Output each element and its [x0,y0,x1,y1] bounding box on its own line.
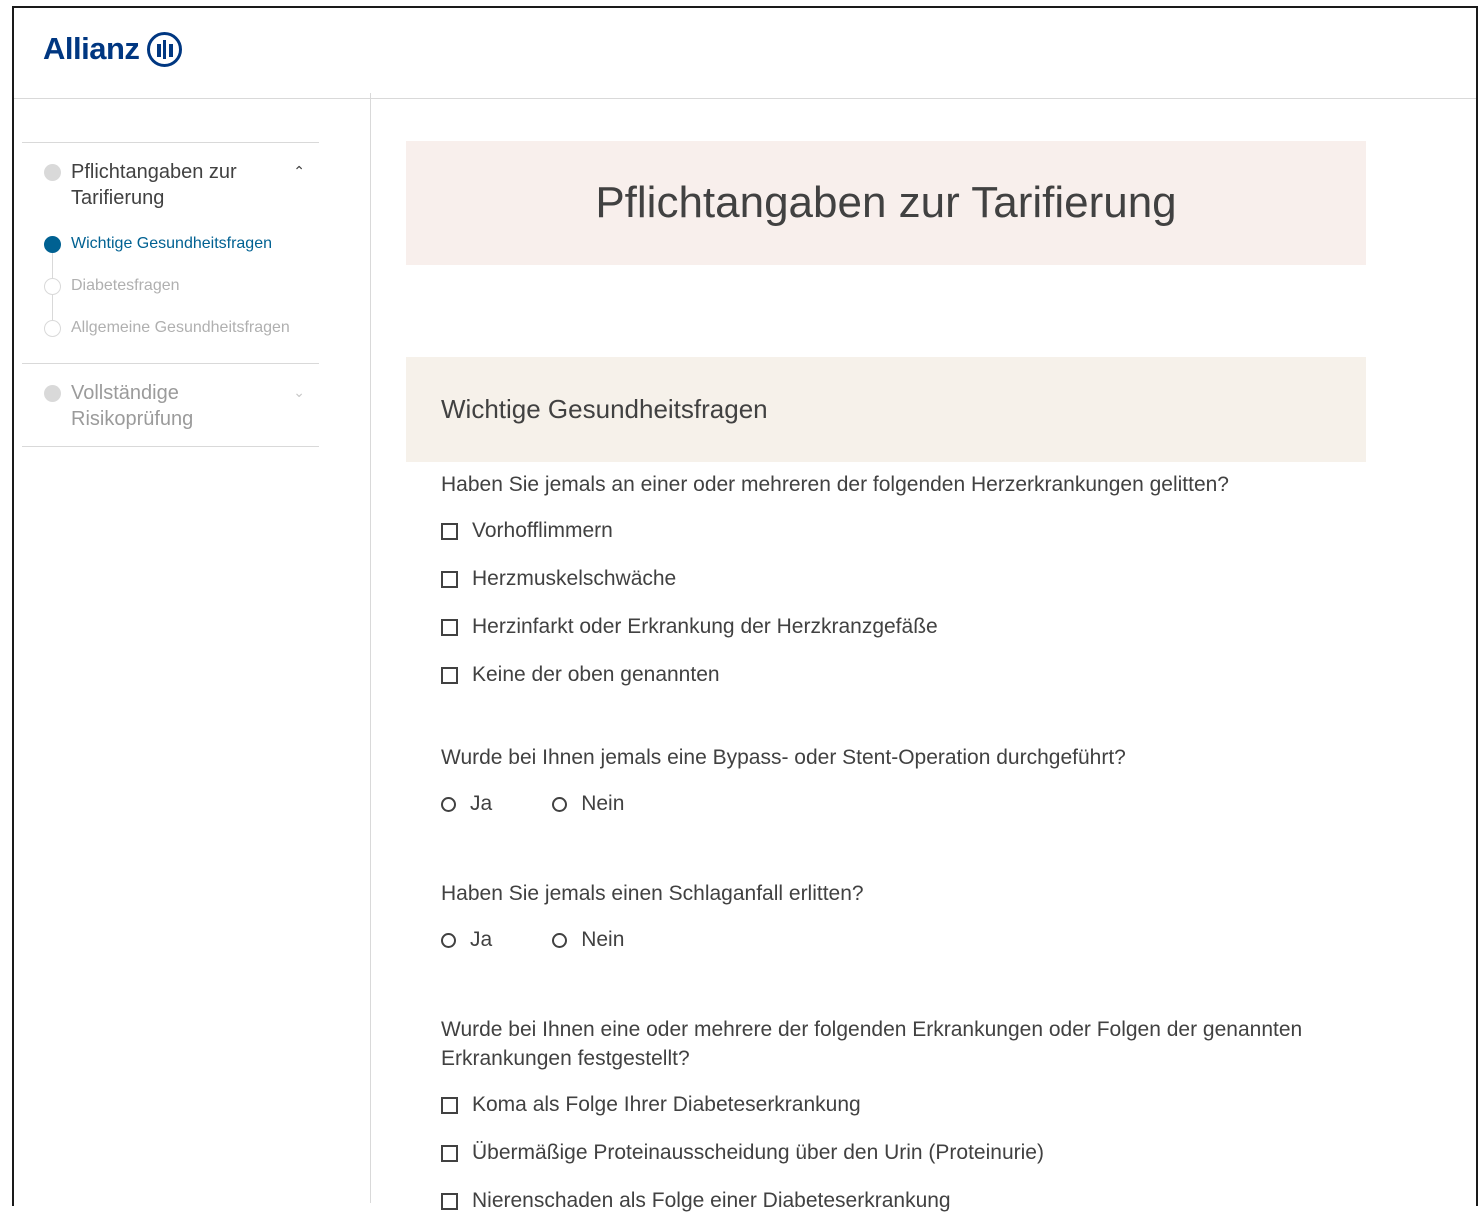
step-active-dot-icon [44,235,61,253]
question-diabetes-folgen: Wurde bei Ihnen eine oder mehrere der fo… [406,1015,1321,1225]
question-text: Haben Sie jemals einen Schlaganfall erli… [441,882,864,905]
radio-group: Ja Nein [441,781,1366,827]
checkbox[interactable] [441,570,458,588]
question-text: Haben Sie jemals an einer oder mehreren … [441,473,1229,496]
checkbox-option[interactable]: Keine der oben genannten [441,651,1366,699]
checkbox[interactable] [441,1144,458,1162]
sidebar-item-label: Allgemeine Gesundheitsfragen [71,319,290,336]
checkbox-option[interactable]: Koma als Folge Ihrer Diabeteserkrankung [441,1081,1321,1129]
sidebar-item-wichtige-gesundheitsfragen[interactable]: Wichtige Gesundheitsfragen [22,223,319,265]
sidebar-section-pflichtangaben[interactable]: Pflichtangaben zur Tarifierung ⌃ Wichtig… [22,143,319,363]
sidebar-navigation: Pflichtangaben zur Tarifierung ⌃ Wichtig… [22,142,319,447]
checkbox-option[interactable]: Herzinfarkt oder Erkrankung der Herzkran… [441,603,1366,651]
logo-text: Allianz [43,31,140,66]
checkbox-label: Vorhofflimmern [472,519,613,542]
sidebar-section-header[interactable]: Pflichtangaben zur Tarifierung ⌃ [22,159,319,211]
checkbox-option[interactable]: Herzmuskelschwäche [441,555,1366,603]
page-title: Pflichtangaben zur Tarifierung [406,141,1366,265]
checkbox-label: Koma als Folge Ihrer Diabeteserkrankung [472,1093,861,1116]
checkbox[interactable] [441,618,458,636]
checkbox-option[interactable]: Vorhofflimmern [441,507,1366,555]
chevron-down-icon[interactable]: ⌄ [293,384,305,401]
radio-button[interactable] [441,796,456,812]
question-bypass: Wurde bei Ihnen jemals eine Bypass- oder… [406,743,1366,827]
question-text: Wurde bei Ihnen eine oder mehrere der fo… [441,1018,1303,1070]
step-empty-dot-icon [44,319,61,337]
checkbox-label: Herzinfarkt oder Erkrankung der Herzkran… [472,615,938,638]
sidebar-item-allgemeine-gesundheitsfragen[interactable]: Allgemeine Gesundheitsfragen [22,307,319,349]
sidebar-item-label: Diabetesfragen [71,277,180,294]
divider [22,446,319,447]
radio-group: Ja Nein [441,917,1366,963]
radio-option-nein[interactable]: Nein [552,792,624,816]
radio-option-ja[interactable]: Ja [441,928,492,952]
sidebar-section-title: Pflichtangaben zur Tarifierung [71,161,237,209]
section-title: Wichtige Gesundheitsfragen [406,357,1366,462]
allianz-logo[interactable]: Allianz [43,31,183,67]
main-content: Pflichtangaben zur Tarifierung Wichtige … [406,141,1366,1225]
question-schlaganfall: Haben Sie jemals einen Schlaganfall erli… [406,879,1366,963]
section-status-dot-icon [44,164,61,181]
allianz-eagle-icon [147,31,183,67]
radio-label: Nein [581,928,625,951]
radio-label: Nein [581,792,625,815]
radio-button[interactable] [552,932,568,948]
sidebar-item-diabetesfragen[interactable]: Diabetesfragen [22,265,319,307]
chevron-up-icon[interactable]: ⌃ [293,163,305,180]
sidebar-section-title: Vollständige Risikoprüfung [71,382,194,430]
sidebar-item-label: Wichtige Gesundheitsfragen [71,235,272,252]
sidebar-divider [370,93,371,1203]
question-herzerkrankungen: Haben Sie jemals an einer oder mehreren … [406,470,1366,699]
radio-button[interactable] [441,932,456,948]
radio-option-nein[interactable]: Nein [552,928,624,952]
sidebar-steps: Wichtige Gesundheitsfragen Diabetesfrage… [22,223,319,349]
section-status-dot-icon [44,385,61,402]
checkbox-option[interactable]: Übermäßige Proteinausscheidung über den … [441,1129,1321,1177]
radio-label: Ja [470,792,493,815]
top-bar: Allianz [14,8,1476,99]
question-text: Wurde bei Ihnen jemals eine Bypass- oder… [441,746,1126,769]
checkbox-option[interactable]: Nierenschaden als Folge einer Diabeteser… [441,1177,1321,1225]
step-empty-dot-icon [44,277,61,295]
sidebar-section-risikopruefung[interactable]: Vollständige Risikoprüfung ⌄ [22,364,319,446]
checkbox[interactable] [441,522,458,540]
radio-label: Ja [470,928,493,951]
sidebar-section-header[interactable]: Vollständige Risikoprüfung ⌄ [22,380,319,432]
checkbox-label: Keine der oben genannten [472,663,720,686]
checkbox[interactable] [441,1096,458,1114]
checkbox[interactable] [441,666,458,684]
radio-button[interactable] [552,796,568,812]
checkbox[interactable] [441,1192,458,1210]
checkbox-label: Übermäßige Proteinausscheidung über den … [472,1141,1044,1164]
radio-option-ja[interactable]: Ja [441,792,492,816]
checkbox-label: Herzmuskelschwäche [472,567,677,590]
checkbox-label: Nierenschaden als Folge einer Diabeteser… [472,1189,951,1212]
